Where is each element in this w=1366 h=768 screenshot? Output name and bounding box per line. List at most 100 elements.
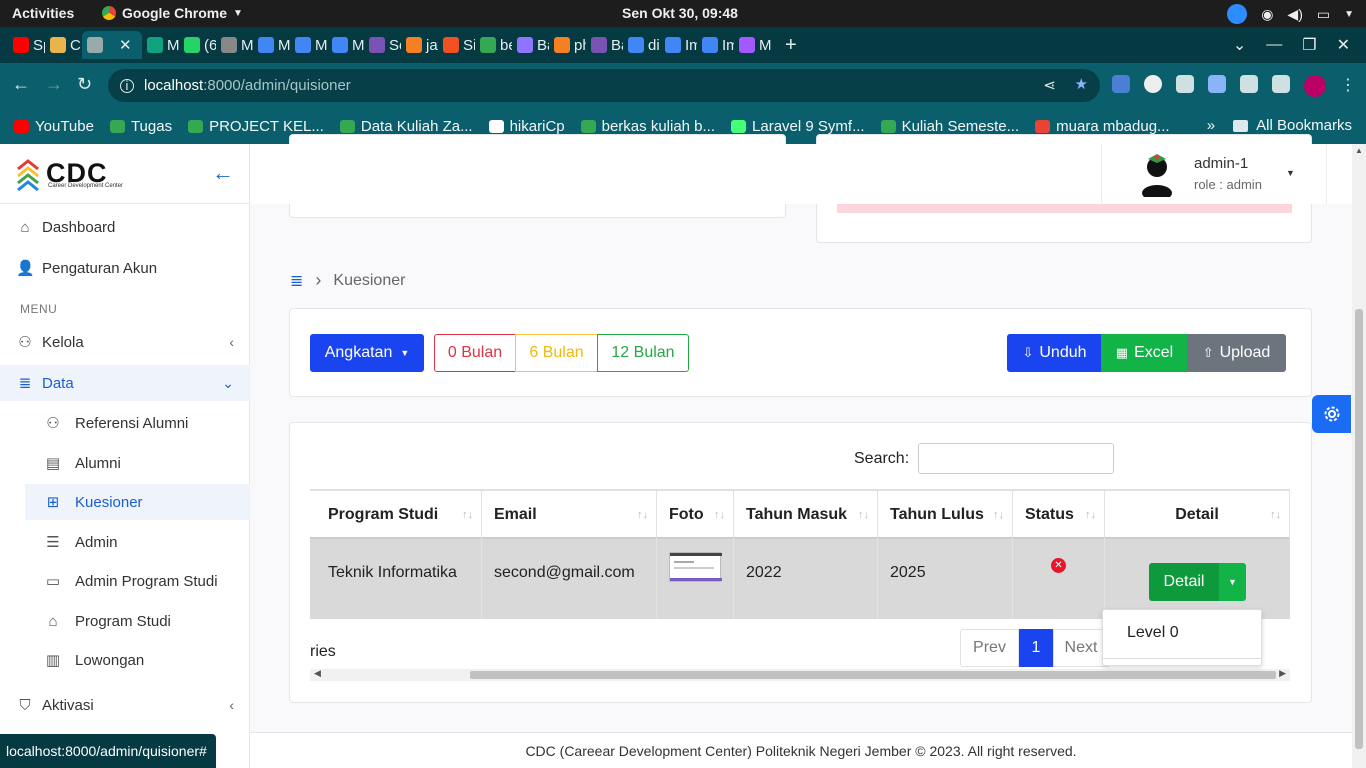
browser-tab[interactable]: CD [45, 31, 82, 59]
sidebar-item-kelola[interactable]: ⚇ Kelola ‹ [0, 324, 250, 360]
reload-icon[interactable]: ↻ [77, 74, 92, 95]
excel-button[interactable]: ▦ Excel [1101, 334, 1188, 372]
vertical-scrollbar[interactable]: ▲ [1352, 144, 1366, 768]
bookmark-item[interactable]: Laravel 9 Symf... [731, 118, 865, 135]
user-menu[interactable]: admin-1 role : admin ▼ [1101, 144, 1327, 204]
activities-button[interactable]: Activities [12, 5, 74, 21]
detail-dropdown-toggle[interactable]: ▼ [1219, 563, 1246, 601]
avatar[interactable] [1304, 75, 1326, 97]
next-button[interactable]: Next [1053, 629, 1109, 667]
browser-tab[interactable]: Ma [216, 31, 253, 59]
puzzle-icon[interactable] [1208, 75, 1226, 93]
sidebar-item-pengaturan[interactable]: 👤 Pengaturan Akun [0, 250, 250, 286]
browser-tab[interactable]: Mi [734, 31, 771, 59]
photo-thumbnail[interactable] [669, 552, 722, 582]
bookmark-item[interactable]: hikariCp [488, 118, 565, 135]
collapse-sidebar-icon[interactable]: ← [212, 160, 234, 186]
bookmark-item[interactable]: YouTube [14, 118, 94, 135]
browser-tab[interactable]: jav [401, 31, 438, 59]
col-foto[interactable]: Foto ↑↓ [657, 491, 734, 539]
browser-tab[interactable]: ph [549, 31, 586, 59]
browser-tab[interactable]: (6) [179, 31, 216, 59]
horizontal-scrollbar[interactable]: ◀ ▶ [310, 668, 1290, 681]
browser-tab[interactable]: be [475, 31, 512, 59]
filter-6-bulan[interactable]: 6 Bulan [515, 334, 598, 372]
sidebar-item-prodi[interactable]: ⌂ Program Studi [0, 603, 250, 639]
col-email[interactable]: Email ↑↓ [482, 491, 657, 539]
browser-tab[interactable]: Ma [327, 31, 364, 59]
sidebar-item-data[interactable]: ≣ Data ⌄ [0, 365, 250, 401]
scroll-left-icon[interactable]: ◀ [314, 668, 321, 679]
sidebar-item-kuesioner[interactable]: ⊞ Kuesioner [25, 484, 250, 520]
scrollbar-thumb[interactable] [1355, 309, 1363, 749]
new-tab-button[interactable]: + [785, 34, 797, 57]
scroll-right-icon[interactable]: ▶ [1279, 668, 1286, 679]
col-status[interactable]: Status ↑↓ [1013, 491, 1105, 539]
col-detail[interactable]: Detail ↑↓ [1105, 491, 1290, 539]
bookmark-item[interactable]: berkas kuliah b... [580, 118, 715, 135]
unduh-button[interactable]: ⇩ Unduh [1007, 334, 1102, 372]
bookmark-item[interactable]: Data Kuliah Za... [339, 118, 473, 135]
sidebar-item-dashboard[interactable]: ⌂ Dashboard [0, 209, 250, 245]
tab-search-icon[interactable]: ⌄ [1233, 35, 1246, 55]
extension-icon[interactable] [1144, 75, 1162, 93]
browser-tab[interactable]: Sp [8, 31, 45, 59]
bookmark-item[interactable]: PROJECT KEL... [188, 118, 324, 135]
col-program-studi[interactable]: Program Studi ↑↓ [310, 491, 482, 539]
browser-tab[interactable]: ✕ [82, 31, 142, 59]
angkatan-dropdown[interactable]: Angkatan ▼ [310, 334, 424, 372]
browser-tab[interactable]: Sig [438, 31, 475, 59]
scroll-up-icon[interactable]: ▲ [1355, 146, 1363, 155]
browser-tab[interactable]: dis [623, 31, 660, 59]
clock[interactable]: Sen Okt 30, 09:48 [622, 5, 738, 21]
sidebar-item-admin-prodi[interactable]: ▭ Admin Program Studi [0, 563, 250, 599]
search-input[interactable] [918, 443, 1114, 474]
browser-tab[interactable]: Ba [512, 31, 549, 59]
browser-tab[interactable]: Im [697, 31, 734, 59]
close-icon[interactable]: ✕ [1337, 35, 1350, 55]
scrollbar-thumb[interactable] [470, 671, 1276, 679]
col-tahun-masuk[interactable]: Tahun Masuk ↑↓ [734, 491, 878, 539]
sidebar-item-aktivasi[interactable]: ⛉ Aktivasi ‹ [0, 687, 250, 723]
browser-tab[interactable]: Im [660, 31, 697, 59]
sidepanel-icon[interactable] [1272, 75, 1290, 93]
sidebar-item-alumni[interactable]: ▤ Alumni [0, 445, 250, 481]
all-bookmarks[interactable]: All Bookmarks [1233, 117, 1352, 134]
filter-12-bulan[interactable]: 12 Bulan [597, 334, 689, 372]
dropdown-item-level-0[interactable]: Level 0 [1127, 624, 1179, 642]
media-icon[interactable] [1240, 75, 1258, 93]
prev-button[interactable]: Prev [960, 629, 1019, 667]
sidebar-item-admin[interactable]: ☰ Admin [0, 524, 250, 560]
browser-tab[interactable]: Ma [290, 31, 327, 59]
system-tray[interactable]: ◉ ◀) ▭ ▼ [1227, 4, 1354, 24]
share-icon[interactable]: ⋖ [1043, 76, 1056, 94]
maximize-icon[interactable]: ❐ [1302, 35, 1316, 55]
upload-button[interactable]: ⇧ Upload [1187, 334, 1286, 372]
document-icon[interactable] [1176, 75, 1194, 93]
forward-icon[interactable]: → [45, 74, 63, 95]
bookmark-item[interactable]: Tugas [109, 118, 172, 135]
app-menu[interactable]: Google Chrome ▼ [102, 5, 243, 21]
settings-gear-icon[interactable] [1312, 395, 1351, 433]
close-tab-icon[interactable]: ✕ [119, 36, 132, 54]
bookmark-star-icon[interactable]: ★ [1075, 75, 1088, 93]
sidebar-item-referensi-alumni[interactable]: ⚇ Referensi Alumni [0, 405, 250, 441]
translate-icon[interactable] [1112, 75, 1130, 93]
address-bar[interactable]: i localhost:8000/admin/quisioner ⋖ ★ [108, 69, 1100, 102]
sidebar-item-lowongan[interactable]: ▥ Lowongan [0, 642, 250, 678]
minimize-icon[interactable]: — [1266, 36, 1282, 54]
more-icon[interactable]: ⋮ [1340, 75, 1358, 94]
back-icon[interactable]: ← [12, 74, 30, 95]
browser-tab[interactable]: Ma [253, 31, 290, 59]
col-tahun-lulus[interactable]: Tahun Lulus ↑↓ [878, 491, 1013, 539]
info-icon[interactable]: i [120, 78, 134, 93]
chevron-right-icon[interactable]: » [1207, 117, 1215, 134]
browser-tab[interactable]: Me [142, 31, 179, 59]
detail-button[interactable]: Detail [1149, 563, 1219, 601]
bookmark-item[interactable]: Kuliah Semeste... [880, 118, 1019, 135]
filter-0-bulan[interactable]: 0 Bulan [434, 334, 516, 372]
page-1-button[interactable]: 1 [1019, 629, 1053, 667]
browser-tab[interactable]: Se [364, 31, 401, 59]
browser-tab[interactable]: Ba [586, 31, 623, 59]
bookmark-item[interactable]: muara mbadug... [1035, 118, 1170, 135]
